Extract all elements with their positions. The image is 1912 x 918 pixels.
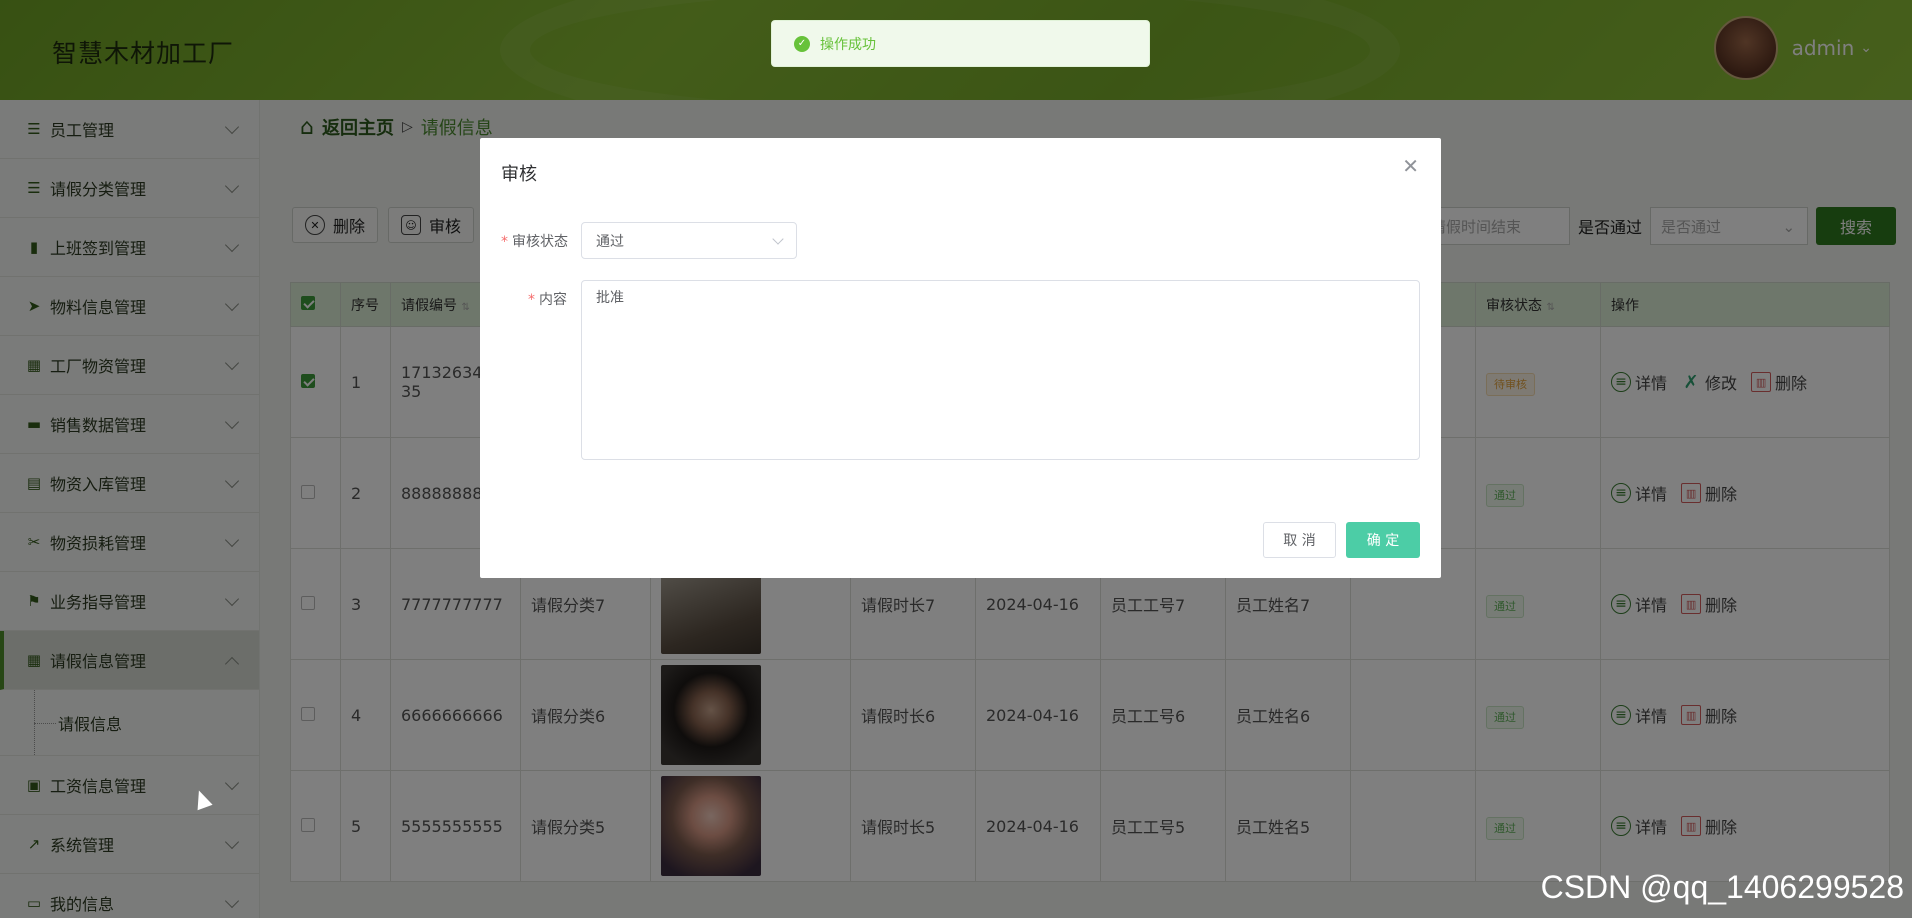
content-form-row: * 内容 — [528, 289, 567, 309]
review-status-select[interactable]: 通过 — [581, 222, 797, 259]
required-mark: * — [528, 292, 535, 308]
success-toast: ✓ 操作成功 — [771, 20, 1150, 67]
check-circle-icon: ✓ — [794, 35, 810, 52]
review-status-value: 通过 — [596, 233, 624, 250]
status-field-label: * 审核状态 — [501, 231, 568, 251]
cancel-button[interactable]: 取 消 — [1263, 522, 1336, 558]
content-field-label-text: 内容 — [539, 292, 567, 308]
content-field-label: * 内容 — [528, 289, 567, 309]
content-textarea[interactable]: 批准 — [581, 280, 1420, 460]
confirm-button[interactable]: 确 定 — [1346, 522, 1420, 558]
toast-message: 操作成功 — [820, 36, 876, 53]
dialog-title: 审核 — [501, 164, 537, 185]
close-icon[interactable]: ✕ — [1402, 154, 1419, 178]
status-form-row: * 审核状态 — [501, 231, 568, 251]
review-dialog: 审核 ✕ * 审核状态 通过 * 内容 批准 取 消 确 定 — [480, 138, 1441, 578]
watermark: CSDN @qq_1406299528 — [1540, 869, 1904, 905]
status-field-label-text: 审核状态 — [512, 234, 568, 250]
required-mark: * — [501, 234, 508, 250]
chevron-down-icon — [772, 233, 784, 245]
